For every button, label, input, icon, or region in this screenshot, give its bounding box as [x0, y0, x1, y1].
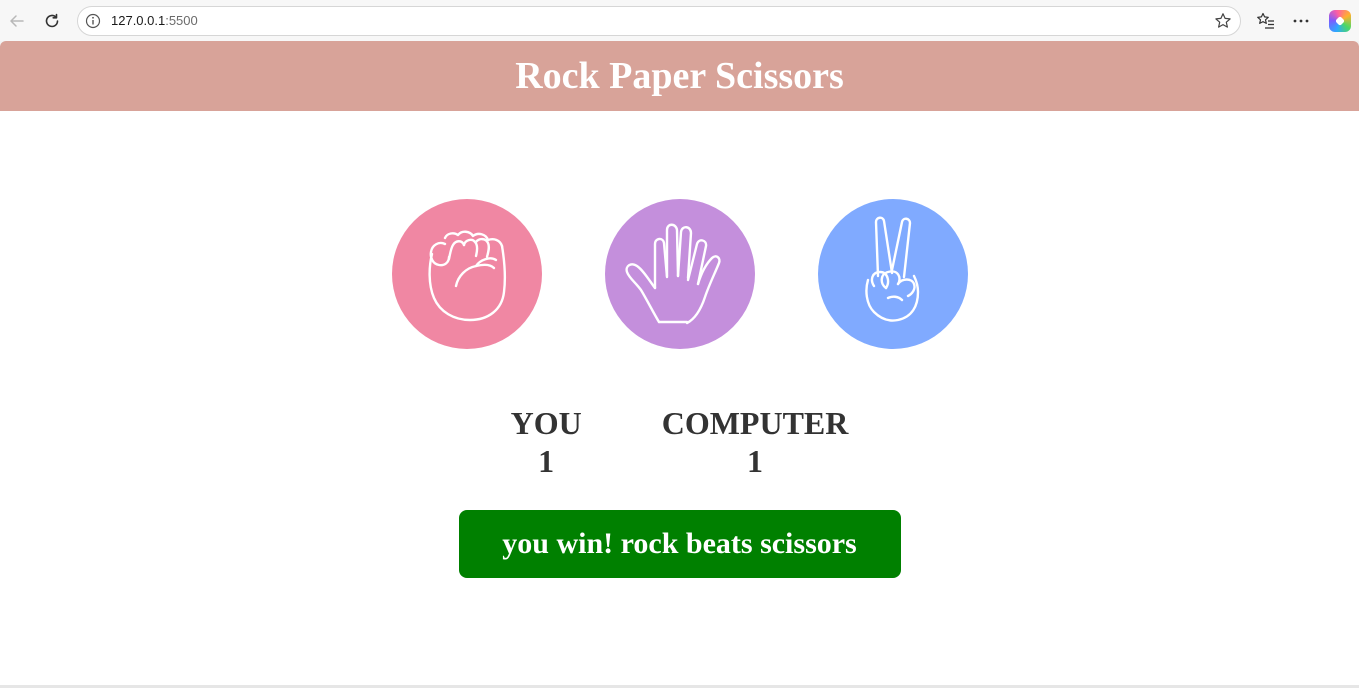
- rock-fist-icon: [427, 230, 506, 322]
- choices-row: [0, 199, 1359, 349]
- scissors-hand-icon: [864, 216, 919, 322]
- page-viewport: Rock Paper Scissors YOU 1 COMPUTER 1 you…: [0, 41, 1359, 685]
- favorites-icon[interactable]: [1256, 11, 1276, 31]
- computer-score-box: COMPUTER 1: [662, 404, 849, 480]
- paper-hand-icon: [624, 223, 721, 325]
- user-score-label: YOU: [510, 405, 582, 441]
- computer-score-label: COMPUTER: [661, 405, 849, 441]
- message-container: you win! rock beats scissors: [0, 510, 1359, 578]
- page-title: Rock Paper Scissors: [515, 55, 844, 97]
- copilot-icon[interactable]: [1329, 10, 1351, 32]
- result-message: you win! rock beats scissors: [458, 510, 901, 578]
- scoreboard: YOU 1 COMPUTER 1: [0, 404, 1359, 480]
- reload-icon[interactable]: [40, 9, 64, 33]
- url-text: 127.0.0.1:5500: [111, 13, 198, 28]
- paper-button[interactable]: [604, 199, 755, 349]
- info-icon[interactable]: [85, 13, 101, 29]
- scissors-button[interactable]: [817, 199, 968, 349]
- url-port: :5500: [165, 13, 198, 28]
- computer-score-value: 1: [747, 443, 764, 479]
- user-score-box: YOU 1: [511, 404, 582, 480]
- page-header: Rock Paper Scissors: [0, 41, 1359, 111]
- url-host: 127.0.0.1: [111, 13, 166, 28]
- address-bar[interactable]: 127.0.0.1:5500: [77, 6, 1241, 36]
- user-score-value: 1: [538, 443, 555, 479]
- rock-button[interactable]: [391, 199, 542, 349]
- back-arrow-icon[interactable]: [5, 9, 29, 33]
- more-icon[interactable]: [1291, 11, 1311, 31]
- star-icon[interactable]: [1214, 12, 1232, 30]
- browser-toolbar: 127.0.0.1:5500: [0, 0, 1359, 41]
